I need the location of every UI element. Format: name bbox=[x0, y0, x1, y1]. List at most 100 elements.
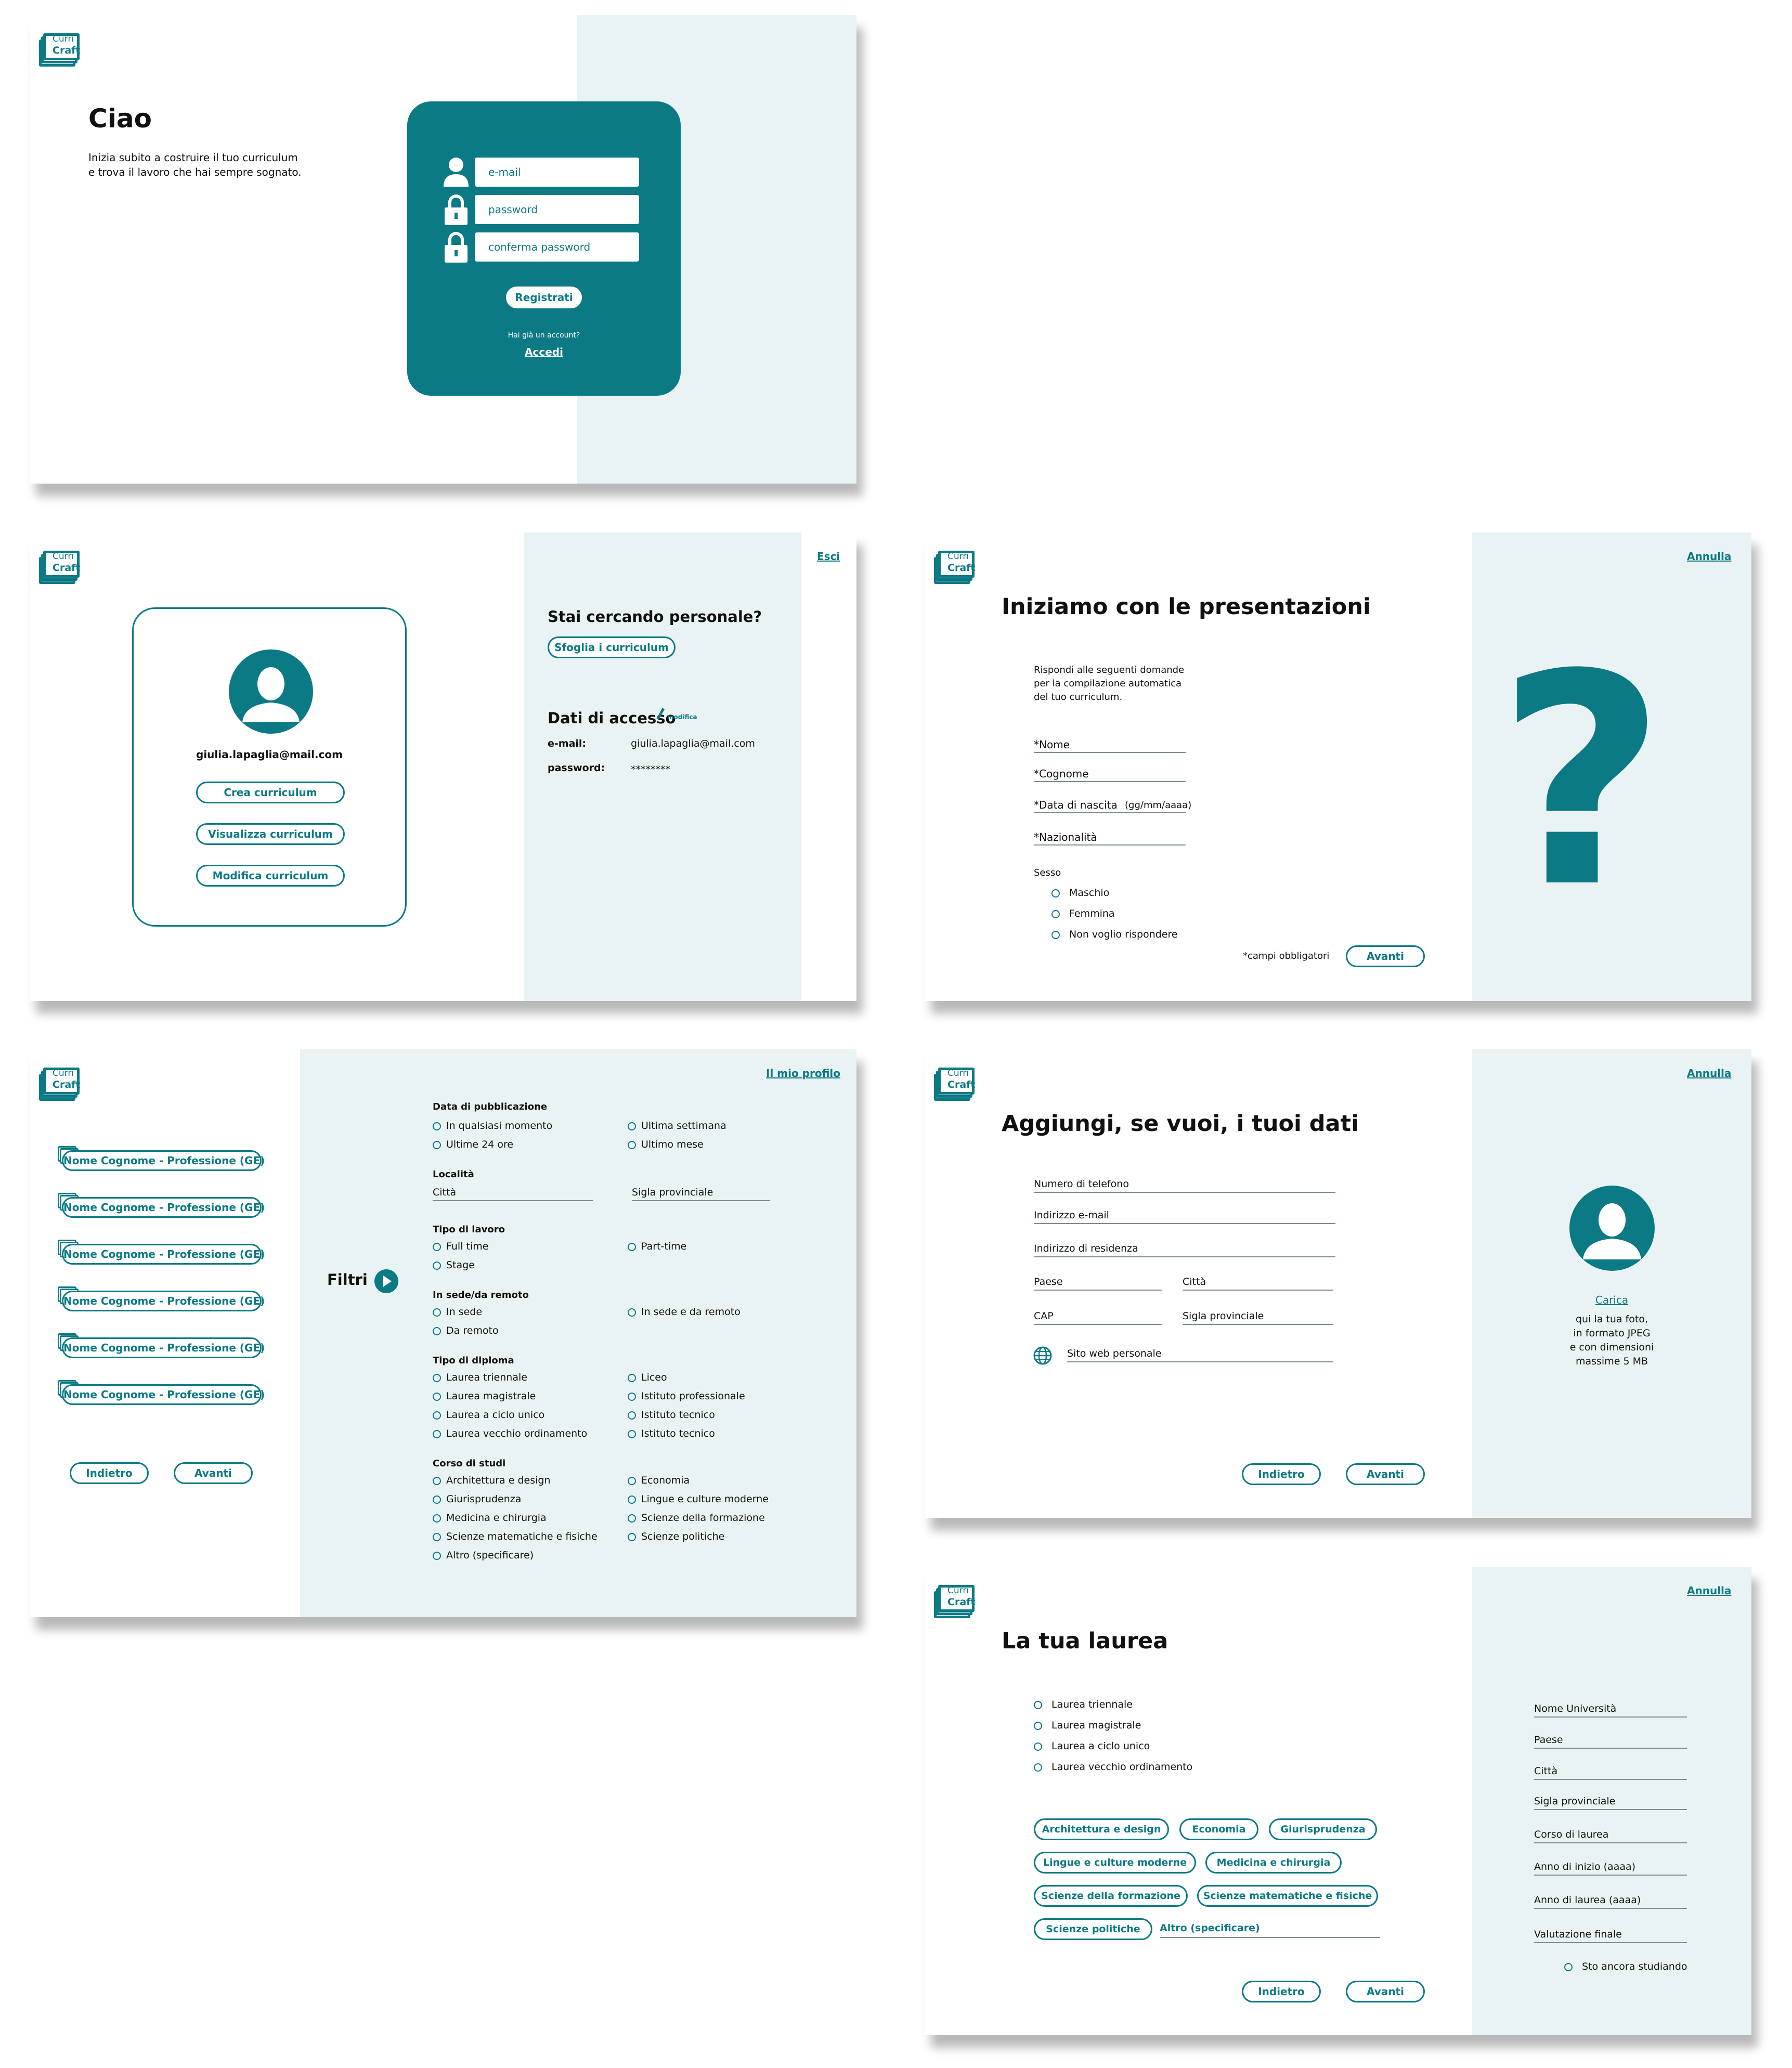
radio-degree-magistrale[interactable] bbox=[1034, 1722, 1042, 1730]
next-button[interactable]: Avanti bbox=[1346, 945, 1425, 967]
filter-location-title: Località bbox=[433, 1169, 474, 1180]
radio-pub-any[interactable] bbox=[433, 1122, 441, 1130]
password-input[interactable]: password bbox=[475, 195, 639, 224]
radio-stage[interactable] bbox=[433, 1261, 441, 1270]
radio-diploma[interactable] bbox=[628, 1430, 636, 1438]
radio-course[interactable] bbox=[628, 1495, 636, 1504]
logout-link[interactable]: Esci bbox=[817, 550, 840, 563]
next-button[interactable]: Avanti bbox=[174, 1462, 253, 1484]
radio-course[interactable] bbox=[628, 1533, 636, 1541]
cancel-link[interactable]: Annulla bbox=[1687, 1067, 1731, 1079]
university-field[interactable]: Nome Università bbox=[1534, 1703, 1687, 1718]
end-year-field[interactable]: Anno di laurea (aaaa) bbox=[1534, 1894, 1687, 1909]
pencil-icon[interactable] bbox=[657, 707, 665, 720]
radio-course[interactable] bbox=[628, 1514, 636, 1523]
radio-course[interactable] bbox=[628, 1477, 636, 1485]
province-field[interactable]: Sigla provinciale bbox=[632, 1187, 770, 1201]
radio-still-studying[interactable] bbox=[1564, 1963, 1573, 1971]
radio-degree-vecchio[interactable] bbox=[1034, 1763, 1042, 1772]
cv-item[interactable]: Nome Cognome - Professione (GE) bbox=[56, 1333, 265, 1358]
cap-field[interactable]: CAP bbox=[1034, 1310, 1162, 1325]
website-field[interactable]: Sito web personale bbox=[1067, 1348, 1333, 1362]
radio-hybrid[interactable] bbox=[628, 1308, 636, 1317]
back-button[interactable]: Indietro bbox=[1242, 1981, 1321, 2002]
chip-economia[interactable]: Economia bbox=[1179, 1818, 1258, 1840]
register-button[interactable]: Registrati bbox=[506, 287, 582, 308]
browse-cv-button[interactable]: Sfoglia i curriculum bbox=[548, 636, 676, 658]
create-cv-button[interactable]: Crea curriculum bbox=[196, 782, 345, 803]
radio-degree-ciclo-unico[interactable] bbox=[1034, 1742, 1042, 1751]
chip-medicina[interactable]: Medicina e chirurgia bbox=[1205, 1852, 1342, 1874]
upload-link[interactable]: Carica bbox=[1472, 1294, 1751, 1306]
surname-field[interactable]: *Cognome bbox=[1034, 768, 1186, 782]
radio-remote[interactable] bbox=[433, 1327, 441, 1335]
chip-lingue[interactable]: Lingue e culture moderne bbox=[1034, 1852, 1196, 1874]
radio-fulltime[interactable] bbox=[433, 1243, 441, 1251]
next-button[interactable]: Avanti bbox=[1346, 1981, 1425, 2002]
radio-diploma[interactable] bbox=[433, 1411, 441, 1420]
course-field[interactable]: Corso di laurea bbox=[1534, 1829, 1687, 1843]
curricraft-logo: Curri Craft bbox=[39, 551, 86, 592]
cv-item[interactable]: Nome Cognome - Professione (GE) bbox=[56, 1146, 265, 1171]
address-field[interactable]: Indirizzo di residenza bbox=[1034, 1243, 1335, 1257]
start-year-field[interactable]: Anno di inizio (aaaa) bbox=[1534, 1861, 1687, 1876]
chip-scienze-matematiche[interactable]: Scienze matematiche e fisiche bbox=[1197, 1885, 1378, 1907]
email-field[interactable]: Indirizzo e-mail bbox=[1034, 1209, 1335, 1224]
radio-diploma[interactable] bbox=[628, 1411, 636, 1420]
diploma-label: Laurea a ciclo unico bbox=[446, 1409, 545, 1421]
confirm-password-input[interactable]: conferma password bbox=[475, 232, 639, 262]
cancel-link[interactable]: Annulla bbox=[1687, 550, 1731, 563]
grade-field[interactable]: Valutazione finale bbox=[1534, 1929, 1687, 1943]
city-field[interactable]: Città bbox=[1183, 1276, 1333, 1291]
radio-diploma[interactable] bbox=[433, 1374, 441, 1382]
my-profile-link[interactable]: Il mio profilo bbox=[766, 1067, 840, 1079]
next-button[interactable]: Avanti bbox=[1346, 1463, 1425, 1485]
chip-scienze-formazione[interactable]: Scienze della formazione bbox=[1034, 1885, 1188, 1907]
country-field[interactable]: Paese bbox=[1034, 1276, 1162, 1291]
screen-intro: Curri Craft Annulla Iniziamo con le prese… bbox=[925, 532, 1751, 1001]
radio-onsite[interactable] bbox=[433, 1308, 441, 1317]
phone-field[interactable]: Numero di telefono bbox=[1034, 1178, 1335, 1193]
radio-diploma[interactable] bbox=[433, 1430, 441, 1438]
city-field[interactable]: Città bbox=[1534, 1765, 1687, 1780]
name-field[interactable]: *Nome bbox=[1034, 738, 1186, 753]
nationality-field[interactable]: *Nazionalità bbox=[1034, 831, 1186, 846]
chip-scienze-politiche[interactable]: Scienze politiche bbox=[1034, 1918, 1152, 1940]
login-link[interactable]: Accedi bbox=[407, 346, 681, 358]
view-cv-button[interactable]: Visualizza curriculum bbox=[196, 823, 345, 845]
country-field[interactable]: Paese bbox=[1534, 1734, 1687, 1749]
province-field[interactable]: Sigla provinciale bbox=[1534, 1796, 1687, 1810]
chip-architettura[interactable]: Architettura e design bbox=[1034, 1818, 1169, 1840]
cv-item[interactable]: Nome Cognome - Professione (GE) bbox=[56, 1193, 265, 1218]
radio-diploma[interactable] bbox=[628, 1393, 636, 1401]
cv-item[interactable]: Nome Cognome - Professione (GE) bbox=[56, 1286, 265, 1311]
cancel-link[interactable]: Annulla bbox=[1687, 1584, 1731, 1597]
radio-course[interactable] bbox=[433, 1514, 441, 1523]
radio-pub-24[interactable] bbox=[433, 1141, 441, 1149]
edit-cv-button[interactable]: Modifica curriculum bbox=[196, 865, 345, 887]
radio-course[interactable] bbox=[433, 1495, 441, 1504]
radio-male[interactable] bbox=[1051, 889, 1060, 898]
cv-item[interactable]: Nome Cognome - Professione (GE) bbox=[56, 1240, 265, 1265]
other-field[interactable]: Altro (specificare) bbox=[1160, 1922, 1380, 1938]
email-input[interactable]: e-mail bbox=[475, 158, 639, 187]
radio-pub-week[interactable] bbox=[628, 1122, 636, 1130]
radio-course[interactable] bbox=[433, 1477, 441, 1485]
play-icon[interactable] bbox=[374, 1269, 399, 1294]
radio-degree-triennale[interactable] bbox=[1034, 1701, 1042, 1709]
back-button[interactable]: Indietro bbox=[1242, 1463, 1321, 1485]
radio-course[interactable] bbox=[433, 1533, 441, 1541]
radio-parttime[interactable] bbox=[628, 1243, 636, 1251]
chip-giurisprudenza[interactable]: Giurisprudenza bbox=[1269, 1818, 1377, 1840]
radio-pub-month[interactable] bbox=[628, 1141, 636, 1149]
back-button[interactable]: Indietro bbox=[70, 1462, 149, 1484]
radio-diploma[interactable] bbox=[628, 1374, 636, 1382]
city-field[interactable]: Città bbox=[433, 1187, 593, 1201]
radio-none[interactable] bbox=[1051, 931, 1060, 939]
cv-item[interactable]: Nome Cognome - Professione (GE) bbox=[56, 1380, 265, 1405]
radio-diploma[interactable] bbox=[433, 1393, 441, 1401]
radio-female[interactable] bbox=[1051, 910, 1060, 918]
radio-course[interactable] bbox=[433, 1552, 441, 1560]
modify-link[interactable]: modifica bbox=[667, 713, 697, 721]
province-field[interactable]: Sigla provinciale bbox=[1183, 1310, 1333, 1325]
